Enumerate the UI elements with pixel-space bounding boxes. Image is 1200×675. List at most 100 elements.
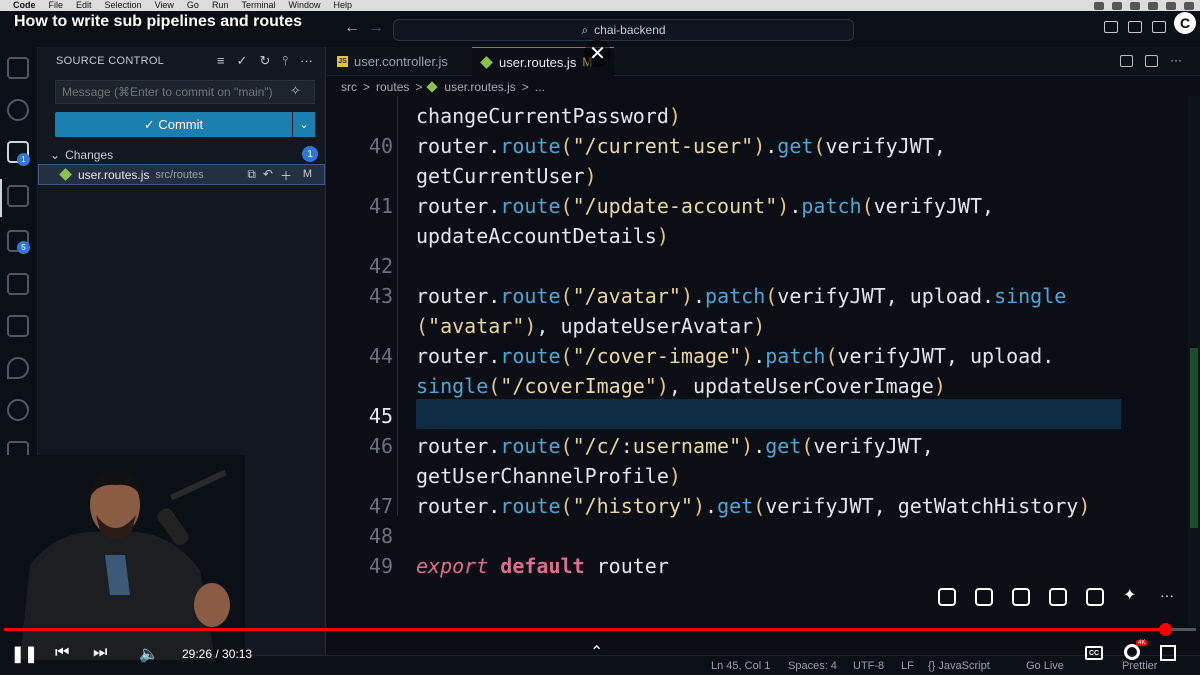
code-text: router.route("/update-account").patch(ve… bbox=[416, 194, 995, 218]
sparkle-icon[interactable]: ✧ bbox=[290, 83, 301, 99]
chat-icon[interactable] bbox=[1049, 588, 1067, 606]
open-file-icon[interactable]: ⧉ bbox=[247, 167, 256, 184]
code-line[interactable]: changeCurrentPassword) bbox=[327, 101, 1200, 131]
discard-changes-icon[interactable]: ↶ bbox=[263, 167, 273, 184]
commit-dropdown-button[interactable]: ⌄ bbox=[293, 112, 315, 137]
forward-arrow-icon[interactable]: → bbox=[368, 19, 384, 37]
tray-icon[interactable] bbox=[1112, 1, 1122, 10]
code-line[interactable]: 41 router.route("/update-account").patch(… bbox=[327, 191, 1200, 221]
line-number: 41 bbox=[368, 194, 393, 218]
commit-message-input[interactable] bbox=[55, 80, 315, 104]
fullscreen-icon[interactable] bbox=[1160, 645, 1176, 661]
tray-icon[interactable] bbox=[1148, 1, 1158, 10]
run-debug-icon[interactable] bbox=[7, 185, 29, 207]
code-line[interactable]: 45 bbox=[327, 401, 1200, 431]
more-actions-icon[interactable]: ··· bbox=[300, 53, 313, 69]
line-number: 40 bbox=[368, 134, 393, 158]
view-as-tree-icon[interactable]: ≡ bbox=[217, 53, 225, 69]
battery-icon[interactable] bbox=[1184, 1, 1194, 10]
toggle-sidebar-icon[interactable] bbox=[1104, 21, 1118, 33]
code-line[interactable]: getUserChannelProfile) bbox=[327, 461, 1200, 491]
command-center-search[interactable]: ⌕ chai-backend bbox=[393, 19, 854, 41]
pause-icon[interactable]: ❚❚ bbox=[11, 644, 38, 664]
like-icon[interactable] bbox=[938, 588, 956, 606]
toggle-secondary-sidebar-icon[interactable] bbox=[1152, 21, 1166, 33]
breadcrumb-file[interactable]: user.routes.js bbox=[444, 80, 515, 94]
captions-icon[interactable]: CC bbox=[1085, 646, 1103, 660]
close-icon[interactable]: ✕ bbox=[584, 40, 611, 67]
layout-controls bbox=[1104, 21, 1166, 33]
remote-explorer-icon[interactable] bbox=[7, 273, 29, 295]
editor-scrollbar[interactable] bbox=[1188, 96, 1200, 626]
refresh-icon[interactable]: ↻ bbox=[259, 53, 270, 69]
line-number: 47 bbox=[368, 494, 393, 518]
share-icon[interactable] bbox=[1086, 588, 1104, 606]
commit-button[interactable]: ✓ Commit bbox=[55, 112, 292, 137]
more-icon[interactable]: ··· bbox=[1160, 588, 1178, 606]
code-line[interactable]: 49 export default router bbox=[327, 551, 1200, 581]
menu-view[interactable]: View bbox=[155, 0, 174, 11]
thunder-client-icon[interactable] bbox=[7, 399, 29, 421]
open-changes-icon[interactable] bbox=[1120, 55, 1133, 67]
changed-file-row[interactable]: user.routes.js src/routes ⧉ ↶ ＋ M bbox=[38, 164, 325, 185]
tray-icon[interactable] bbox=[1130, 1, 1140, 10]
graph-icon[interactable]: ⫯ bbox=[282, 53, 288, 69]
tab-user-controller[interactable]: JS user.controller.js bbox=[327, 47, 471, 76]
code-line[interactable]: 44 router.route("/cover-image").patch(ver… bbox=[327, 341, 1200, 371]
code-line[interactable]: 47 router.route("/history").get(verifyJWT… bbox=[327, 491, 1200, 521]
back-arrow-icon[interactable]: ← bbox=[344, 19, 360, 37]
menu-code[interactable]: Code bbox=[13, 0, 36, 11]
code-line[interactable]: 40 router.route("/current-user").get(veri… bbox=[327, 131, 1200, 161]
breadcrumb-symbol[interactable]: ... bbox=[535, 80, 545, 94]
code-line[interactable]: getCurrentUser) bbox=[327, 161, 1200, 191]
search-icon[interactable] bbox=[7, 99, 29, 121]
menu-help[interactable]: Help bbox=[333, 0, 352, 11]
menu-selection[interactable]: Selection bbox=[105, 0, 142, 11]
code-line[interactable]: 48 bbox=[327, 521, 1200, 551]
commit-check-icon[interactable]: ✓ bbox=[237, 53, 248, 69]
menu-run[interactable]: Run bbox=[212, 0, 229, 11]
sparkle-icon[interactable]: ✦ bbox=[1123, 588, 1141, 606]
breadcrumb-routes[interactable]: routes bbox=[376, 80, 409, 94]
code-text: getCurrentUser) bbox=[416, 164, 597, 188]
changes-group-header[interactable]: ⌄ Changes 1 bbox=[50, 146, 318, 164]
source-control-badge: 1 bbox=[17, 153, 30, 166]
breadcrumb-src[interactable]: src bbox=[341, 80, 357, 94]
wifi-icon[interactable] bbox=[1166, 1, 1176, 10]
stage-changes-icon[interactable]: ＋ bbox=[280, 167, 292, 184]
explorer-icon[interactable] bbox=[7, 57, 29, 79]
menu-file[interactable]: File bbox=[49, 0, 64, 11]
code-text: router.route("/cover-image").patch(verif… bbox=[416, 344, 1055, 368]
previous-icon[interactable]: ⏮ bbox=[55, 644, 69, 662]
video-title[interactable]: How to write sub pipelines and routes bbox=[14, 13, 302, 31]
code-line[interactable]: single("/coverImage"), updateUserCoverIm… bbox=[327, 371, 1200, 401]
menu-edit[interactable]: Edit bbox=[76, 0, 92, 11]
more-actions-icon[interactable]: ··· bbox=[1170, 54, 1186, 67]
dislike-icon[interactable] bbox=[975, 588, 993, 606]
code-line[interactable]: 42 bbox=[327, 251, 1200, 281]
volume-icon[interactable]: 🔈 bbox=[139, 644, 159, 664]
code-line[interactable]: 43 router.route("/avatar").patch(verifyJW… bbox=[327, 281, 1200, 311]
tray-icon[interactable] bbox=[1094, 1, 1104, 10]
code-editor[interactable]: changeCurrentPassword) 40 router.route("/c… bbox=[327, 96, 1200, 626]
mongodb-icon[interactable] bbox=[7, 357, 29, 379]
settings-icon[interactable] bbox=[1124, 644, 1140, 660]
toggle-panel-icon[interactable] bbox=[1128, 21, 1142, 33]
extensions-badge: 5 bbox=[17, 241, 30, 254]
docker-icon[interactable] bbox=[7, 315, 29, 337]
code-line[interactable]: ("avatar"), updateUserAvatar) bbox=[327, 311, 1200, 341]
scrollbar-thumb[interactable] bbox=[1190, 348, 1198, 528]
split-editor-icon[interactable] bbox=[1145, 55, 1158, 67]
scrubber-handle[interactable] bbox=[1159, 623, 1172, 636]
video-progress-bar[interactable] bbox=[4, 623, 1196, 636]
channel-avatar[interactable]: C bbox=[1174, 12, 1196, 34]
chevron-up-icon[interactable]: ⌃ bbox=[590, 642, 603, 662]
menu-terminal[interactable]: Terminal bbox=[241, 0, 275, 11]
comments-icon[interactable] bbox=[1012, 588, 1030, 606]
menu-window[interactable]: Window bbox=[288, 0, 320, 11]
file-status-badge: M bbox=[302, 168, 312, 180]
code-line[interactable]: updateAccountDetails) bbox=[327, 221, 1200, 251]
code-line[interactable]: 46 router.route("/c/:username").get(verif… bbox=[327, 431, 1200, 461]
menu-go[interactable]: Go bbox=[187, 0, 199, 11]
next-icon[interactable]: ⏭ bbox=[93, 644, 107, 662]
